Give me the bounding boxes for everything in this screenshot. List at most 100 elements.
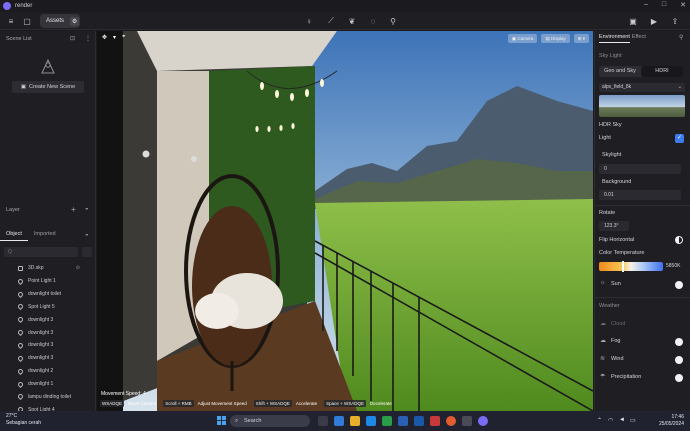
render-app-icon[interactable] [478,416,488,426]
windows-start-icon[interactable] [217,416,226,425]
edge-icon[interactable] [334,416,344,426]
list-item[interactable]: 3D.skp ⊙ [0,262,96,275]
wifi-icon[interactable]: ◠ [608,417,613,424]
create-new-scene-button[interactable]: ▣ Create New Scene [12,81,84,93]
list-item[interactable]: downlight 3 [0,326,96,339]
slider-handle[interactable] [622,261,624,272]
hdri-preview[interactable] [599,95,685,117]
list-item[interactable]: downlight 3 [0,313,96,326]
list-item[interactable]: downlight 3 [0,339,96,352]
word-icon[interactable] [398,416,408,426]
powerpoint-icon[interactable] [430,416,440,426]
task-view-icon[interactable] [318,416,328,426]
fog-label: Fog [611,338,621,344]
maximize-icon[interactable]: □ [662,1,666,9]
list-item[interactable]: downlight 3 [0,352,96,365]
precipitation-label: Precipitation [611,374,642,380]
tab-object[interactable]: Object [0,229,28,241]
assets-button[interactable]: Assets ⚙ [40,14,80,28]
add-layer-icon[interactable]: + [71,205,76,214]
explorer-icon[interactable] [350,416,360,426]
skylight-input[interactable]: 0 [599,164,681,174]
camera-button[interactable]: ▣ Camera [507,34,538,43]
hdr-sky-label: HDR Sky [599,122,622,128]
hdri-option[interactable]: HDRI [641,66,683,77]
weather-widget[interactable]: 27°C Sebagian cerah [6,413,41,427]
light-icon [16,341,25,350]
list-item[interactable]: downlight 1 [0,378,96,391]
gizmo-icon[interactable]: ✥ [102,34,107,41]
grid-view-icon[interactable] [82,247,92,257]
filter-icon[interactable]: ◒ [85,232,89,238]
left-panel: Scene List ⊡ ⋮ ▣ Create New Scene Layer … [0,31,96,414]
fruit-icon[interactable]: ◌ [368,16,378,26]
rotate-input[interactable]: 123.3° [599,221,629,231]
list-item[interactable]: downlight 2 [0,365,96,378]
measure-icon[interactable]: ⟋ [326,16,336,26]
dropdown-icon[interactable]: ▾ [113,34,116,41]
hint-desc: Decelerate [370,401,392,406]
minimize-icon[interactable]: – [644,1,648,9]
sky-mode-segment: Geo and Sky HDRI [599,66,683,77]
sky-light-heading: Sky Light [599,53,622,59]
cloud-label: Cloud [611,321,626,327]
add-scene-icon[interactable]: ⊡ [70,35,75,42]
fog-toggle[interactable] [675,338,683,346]
wind-toggle[interactable] [675,356,683,364]
chevron-up-icon[interactable]: ⌃ [597,417,602,424]
battery-icon[interactable]: ▭ [630,417,636,424]
display-button[interactable]: ▤ Display [541,34,570,43]
app-icon[interactable] [462,416,472,426]
skylight-label: Skylight [602,152,622,158]
file-icon[interactable]: ▢ [22,16,32,26]
render-viewport[interactable]: ✥ ▾ ⌖ ▣ Camera ▤ Display ⊞ ▾ Movement Sp… [97,31,593,411]
list-item[interactable]: downlight toilet [0,288,96,301]
tab-imported[interactable]: Imported [28,229,62,241]
right-panel: Environment Effect ⚲ Sky Light Geo and S… [594,31,690,411]
list-item[interactable]: lampu dinding toilet [0,390,96,403]
assets-settings-icon[interactable]: ⚙ [70,16,80,26]
layer-visibility-icon[interactable]: ◒ [85,206,89,212]
geo-sky-option[interactable]: Geo and Sky [599,66,641,77]
menu-icon[interactable]: ≡ [6,16,16,26]
pin-icon[interactable]: ⚲ [679,34,683,41]
shortcut-hints: WSADQE Move Camera Scroll + RMB Adjust M… [100,400,395,407]
list-item[interactable]: Spot Light 5 [0,301,96,314]
color-temperature-slider[interactable] [599,262,663,271]
transform-icon[interactable]: ⌖ [122,34,125,41]
hint-desc: Adjust Movement Speed [197,401,247,406]
light-bulb-icon[interactable]: ♀ [304,16,314,26]
store-icon[interactable] [366,416,376,426]
layout-button[interactable]: ⊞ ▾ [573,34,589,43]
cloud-icon: ☁ [600,321,606,327]
hdri-select[interactable]: alps_field_8k ⌄ [599,83,685,92]
lumion-icon[interactable] [414,416,424,426]
hint-key: Scroll + RMB [163,400,194,407]
chrome-icon[interactable] [446,416,456,426]
close-icon[interactable]: ✕ [680,1,686,9]
video-icon[interactable]: ▶ [649,16,659,26]
excel-icon[interactable] [382,416,392,426]
object-search-input[interactable] [4,247,78,257]
flip-horizontal-toggle[interactable] [675,236,683,244]
clock[interactable]: 17:46 25/05/2024 [659,414,684,428]
hint-key: Space + WSADQE [324,400,366,407]
taskbar-search[interactable]: ⌕ Search [230,415,310,427]
tab-effect[interactable]: Effect [632,31,646,43]
camera-icon[interactable]: ▣ [628,16,638,26]
main-toolbar: ≡ ▢ Assets ⚙ ♀ ⟋ ❦ ◌ ⚲ ▣ ▶ ⇪ [0,12,690,30]
sun-toggle[interactable] [675,281,683,289]
list-item[interactable]: Point Light 1 [0,275,96,288]
leaf-icon[interactable]: ❦ [347,16,357,26]
tab-environment[interactable]: Environment [599,31,630,43]
lock-icon[interactable]: ⊙ [76,265,80,271]
pin-icon[interactable]: ⚲ [388,16,398,26]
light-icon [16,303,25,311]
light-checkbox[interactable]: ✓ [675,134,684,143]
precipitation-toggle[interactable] [675,374,683,382]
volume-icon[interactable]: ◄ [619,417,625,423]
export-icon[interactable]: ⇪ [670,16,680,26]
movement-speed-label: Movement Speed: 4 [101,391,146,397]
more-icon[interactable]: ⋮ [85,35,91,42]
background-input[interactable]: 0.01 [599,190,681,200]
